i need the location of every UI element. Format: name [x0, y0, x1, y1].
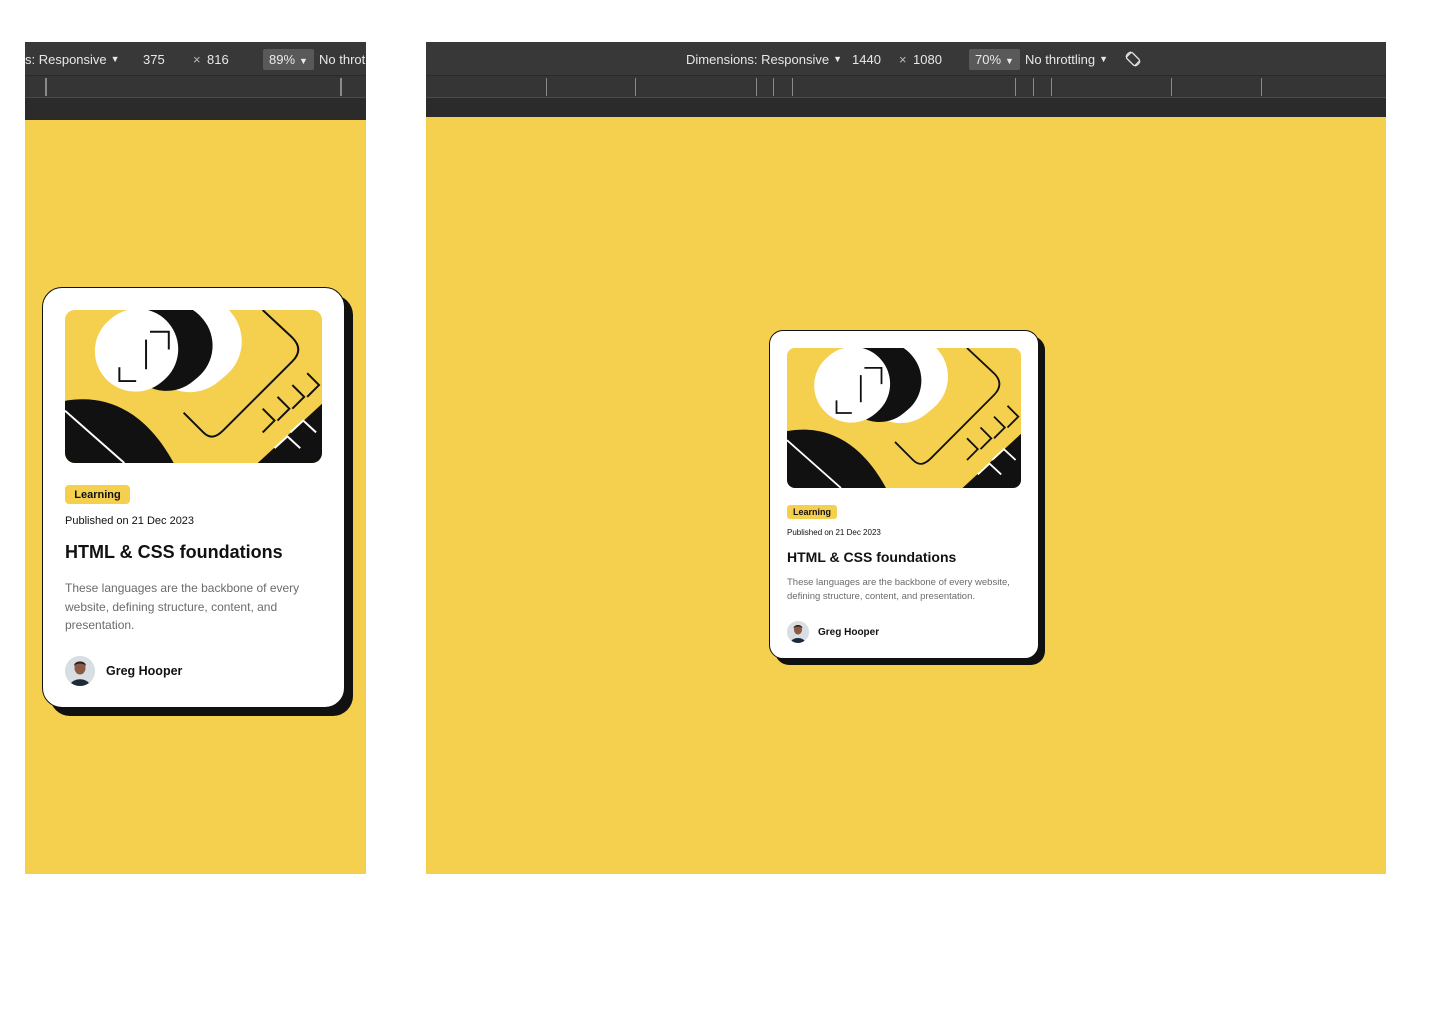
ruler-tick: [1261, 78, 1262, 96]
rotate-icon: [1125, 51, 1141, 67]
mobile-device-toolbar: s: Responsive ▼ 375 × 816 89% ▼ No throt: [25, 42, 366, 76]
ruler-tick: [773, 78, 774, 96]
desktop-preview: Dimensions: Responsive ▼ 1440 × 1080 70% ▼…: [426, 42, 1386, 874]
ruler-tick: [341, 78, 342, 96]
ruler-tick: [792, 78, 793, 96]
ruler-strip: [25, 98, 366, 120]
zoom-value: 89%: [269, 51, 296, 67]
media-query-ruler[interactable]: [25, 76, 366, 98]
card-description: These languages are the backbone of ever…: [65, 581, 300, 632]
desktop-device-toolbar: Dimensions: Responsive ▼ 1440 × 1080 70% ▼…: [426, 42, 1386, 76]
times-sign: ×: [187, 42, 207, 76]
card-title[interactable]: HTML & CSS foundations: [787, 549, 956, 565]
published-date: Published on 21 Dec 2023: [787, 528, 881, 537]
media-query-ruler[interactable]: [426, 76, 1386, 98]
ruler-strip: [426, 98, 1386, 117]
dimensions-label: Dimensions: Responsive: [686, 51, 830, 67]
blog-preview-card: Learning Published on 21 Dec 2023 HTML &…: [42, 287, 345, 708]
ruler-tick: [46, 78, 47, 96]
dimensions-dropdown[interactable]: Dimensions: Responsive ▼: [686, 42, 842, 76]
category-tag: Learning: [787, 505, 837, 519]
zoom-value: 70%: [975, 51, 1002, 67]
height-value: 1080: [913, 51, 942, 67]
chevron-down-icon: ▼: [299, 55, 308, 66]
card-illustration: [787, 348, 1021, 488]
card-title[interactable]: HTML & CSS foundations: [65, 542, 283, 563]
zoom-dropdown[interactable]: 89% ▼: [263, 42, 314, 76]
ruler-tick: [546, 78, 547, 96]
zoom-dropdown[interactable]: 70% ▼: [969, 42, 1020, 76]
width-input[interactable]: 375: [143, 42, 165, 76]
height-value: 816: [207, 51, 229, 67]
avatar: [65, 656, 95, 686]
mobile-preview: s: Responsive▼ 375 × 816 89%▼ No throt: [25, 42, 366, 874]
category-tag: Learning: [65, 485, 130, 504]
author: Greg Hooper: [65, 656, 182, 686]
avatar: [787, 621, 809, 643]
blog-preview-card: Learning Published on 21 Dec 2023 HTML &…: [769, 330, 1039, 659]
card-description: These languages are the backbone of ever…: [787, 577, 1010, 602]
ruler-tick: [635, 78, 636, 96]
throttling-dropdown[interactable]: No throttling ▼: [1025, 42, 1108, 76]
ruler-tick: [756, 78, 757, 96]
height-input[interactable]: 816: [207, 42, 229, 76]
author-name: Greg Hooper: [106, 664, 183, 678]
chevron-down-icon: ▼: [110, 54, 120, 64]
height-input[interactable]: 1080: [913, 42, 942, 76]
ruler-tick: [1015, 78, 1016, 96]
chevron-down-icon: ▼: [1099, 54, 1109, 64]
chevron-down-icon: ▼: [1005, 55, 1014, 66]
throttling-label: No throttling: [1025, 51, 1096, 67]
author-name: Greg Hooper: [818, 626, 880, 638]
card-illustration: [65, 310, 322, 463]
dimensions-dropdown[interactable]: s: Responsive ▼: [25, 42, 120, 76]
author: Greg Hooper: [787, 621, 879, 643]
ruler-tick: [1033, 78, 1034, 96]
dimensions-label: s: Responsive: [25, 51, 107, 67]
times-sign: ×: [893, 42, 913, 76]
ruler-tick: [1051, 78, 1052, 96]
published-date: Published on 21 Dec 2023: [65, 515, 195, 527]
rotate-button[interactable]: [1124, 42, 1142, 76]
times-text: ×: [899, 51, 907, 67]
chevron-down-icon: ▼: [833, 54, 842, 64]
times-text: ×: [193, 51, 201, 67]
ruler-tick: [1171, 78, 1172, 96]
width-value: 1440: [852, 51, 881, 67]
throttling-label: No throt: [319, 51, 366, 67]
width-input[interactable]: 1440: [852, 42, 881, 76]
throttling-dropdown[interactable]: No throt: [319, 42, 365, 76]
width-value: 375: [143, 51, 165, 67]
